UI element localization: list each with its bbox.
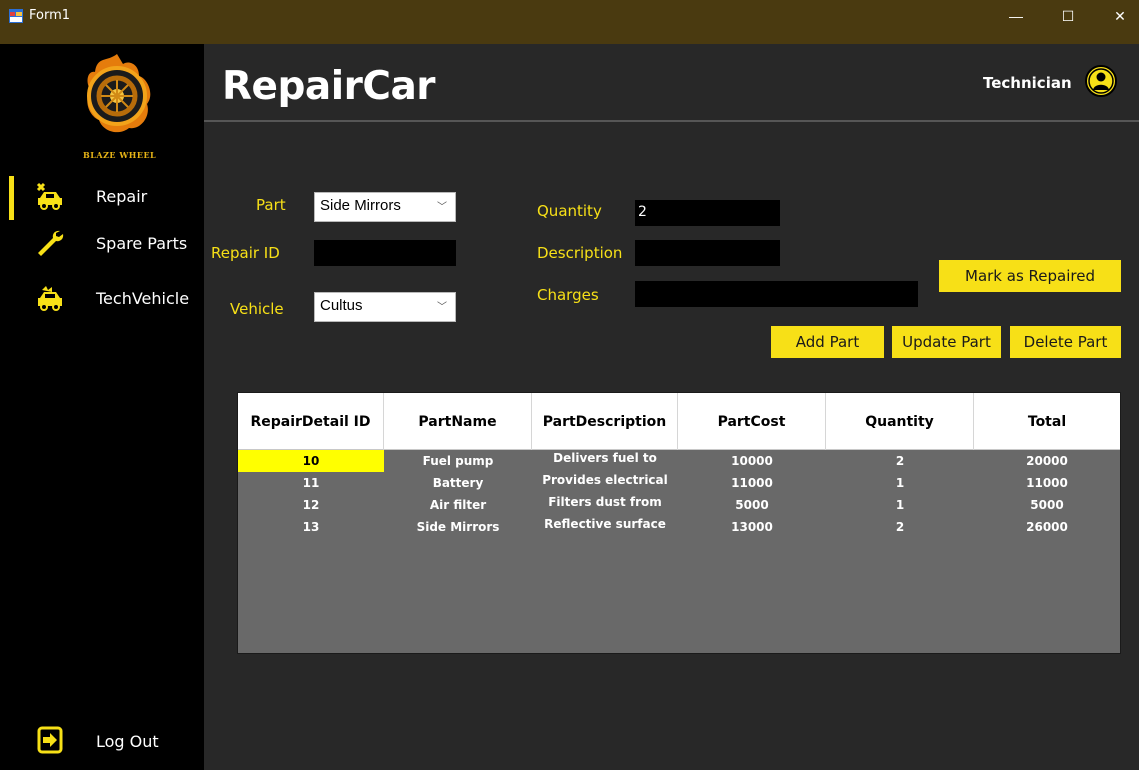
table-cell[interactable]: Filters dust from (532, 491, 678, 513)
part-select-value: Side Mirrors (320, 197, 401, 214)
close-button[interactable]: ✕ (1097, 0, 1139, 32)
table-cell[interactable]: 10000 (678, 450, 826, 472)
table-cell[interactable]: 13000 (678, 516, 826, 538)
table-cell[interactable]: 5000 (974, 494, 1120, 516)
wrench-icon (38, 230, 64, 256)
logout-button[interactable]: Log Out (7, 716, 204, 764)
delete-part-button[interactable]: Delete Part (1010, 326, 1121, 358)
table-cell[interactable]: 5000 (678, 494, 826, 516)
table-cell[interactable]: 11000 (974, 472, 1120, 494)
table-cell[interactable]: 26000 (974, 516, 1120, 538)
table-cell[interactable]: Side Mirrors (384, 516, 532, 538)
table-cell[interactable]: 20000 (974, 450, 1120, 472)
column-header-partname[interactable]: PartName (384, 393, 532, 450)
logout-icon (37, 726, 63, 754)
title-bar: Form1 — ☐ ✕ (0, 0, 1139, 44)
maximize-button[interactable]: ☐ (1045, 0, 1091, 32)
column-header-repairdetail-id[interactable]: RepairDetail ID (238, 393, 384, 450)
vehicle-select-value: Cultus (320, 297, 363, 314)
part-label: Part (256, 196, 286, 214)
sidebar-item-repair[interactable]: Repair (7, 172, 204, 220)
chevron-down-icon: ﹀ (437, 202, 447, 213)
sidebar-item-label: Repair (96, 187, 148, 206)
table-cell[interactable]: 11 (238, 472, 384, 494)
table-cell[interactable]: 11000 (678, 472, 826, 494)
header-divider (204, 120, 1139, 122)
tech-vehicle-icon (38, 286, 62, 311)
table-cell[interactable]: Fuel pump (384, 450, 532, 472)
user-role-label: Technician (983, 74, 1072, 92)
chevron-down-icon: ﹀ (437, 302, 447, 313)
part-select[interactable]: Side Mirrors ﹀ (314, 192, 456, 222)
column-header-partcost[interactable]: PartCost (678, 393, 826, 450)
user-avatar-icon[interactable] (1084, 64, 1118, 98)
sidebar-item-spare-parts[interactable]: Spare Parts (7, 220, 204, 268)
table-cell[interactable]: Battery (384, 472, 532, 494)
table-cell[interactable]: Delivers fuel to (532, 447, 678, 469)
sidebar-item-label: TechVehicle (96, 289, 190, 308)
add-part-button[interactable]: Add Part (771, 326, 884, 358)
page-title: RepairCar (222, 64, 436, 109)
column-header-total[interactable]: Total (974, 393, 1120, 450)
table-cell[interactable]: Air filter (384, 494, 532, 516)
description-label: Description (537, 244, 623, 262)
mechanic-car-icon (36, 182, 62, 210)
vehicle-select[interactable]: Cultus ﹀ (314, 292, 456, 322)
table-cell[interactable]: Reflective surface (532, 513, 678, 535)
table-cell[interactable]: 12 (238, 494, 384, 516)
sidebar-item-techvehicle[interactable]: TechVehicle (7, 274, 204, 322)
form-app-icon (9, 9, 23, 23)
table-cell[interactable]: 10 (238, 450, 384, 472)
description-field[interactable] (635, 240, 780, 266)
sidebar-item-label: Spare Parts (96, 234, 188, 253)
table-cell[interactable]: 1 (826, 472, 974, 494)
repair-id-label: Repair ID (211, 244, 280, 262)
charges-label: Charges (537, 286, 599, 304)
table-cell[interactable]: 2 (826, 450, 974, 472)
main-content: RepairCar Technician Part Side Mirrors ﹀… (204, 44, 1139, 770)
table-cell[interactable]: 1 (826, 494, 974, 516)
active-indicator (9, 176, 14, 220)
grid-header: RepairDetail ID PartName PartDescription… (238, 393, 1120, 450)
table-cell[interactable]: 13 (238, 516, 384, 538)
mark-as-repaired-button[interactable]: Mark as Repaired (939, 260, 1121, 292)
column-header-partdescription[interactable]: PartDescription (532, 393, 678, 450)
logout-label: Log Out (96, 732, 159, 751)
quantity-label: Quantity (537, 202, 602, 220)
logo-text: BLAZE WHEEL (83, 150, 157, 160)
quantity-field[interactable]: 2 (635, 200, 780, 226)
repair-detail-grid[interactable]: RepairDetail ID PartName PartDescription… (237, 392, 1121, 654)
column-header-quantity[interactable]: Quantity (826, 393, 974, 450)
repair-id-field[interactable] (314, 240, 456, 266)
vehicle-label: Vehicle (230, 300, 284, 318)
blaze-wheel-logo (87, 54, 151, 133)
window-title: Form1 (29, 8, 71, 23)
table-cell[interactable]: Provides electrical (532, 469, 678, 491)
table-cell[interactable]: 2 (826, 516, 974, 538)
sidebar: BLAZE WHEEL Repair Spare Parts TechVehic… (7, 44, 204, 770)
charges-field[interactable] (635, 281, 918, 307)
update-part-button[interactable]: Update Part (892, 326, 1001, 358)
minimize-button[interactable]: — (993, 0, 1039, 32)
